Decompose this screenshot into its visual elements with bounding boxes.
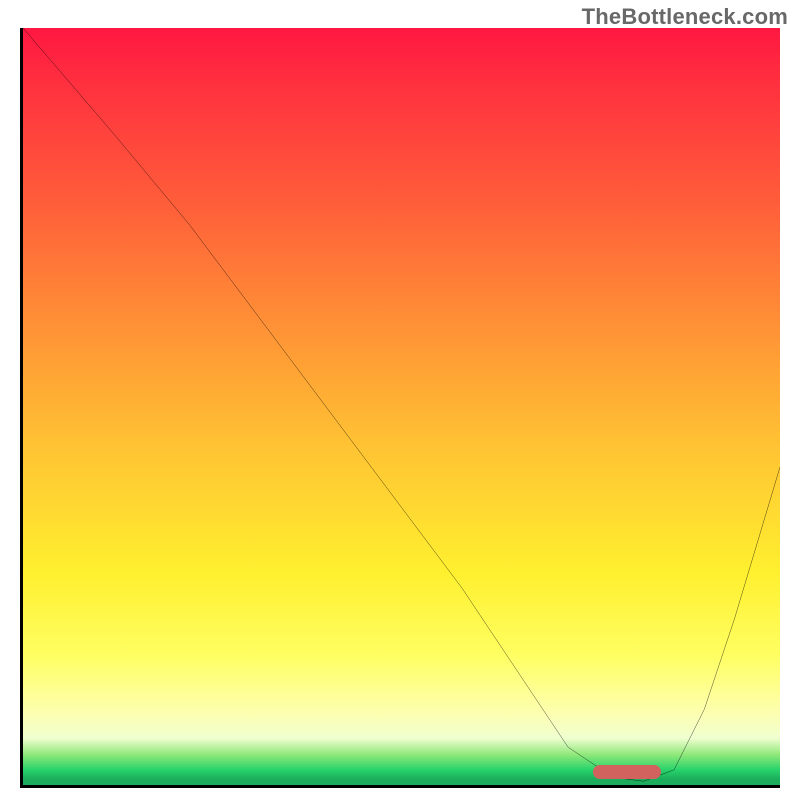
optimal-marker [593,765,661,779]
curve-path [23,28,780,781]
watermark-text: TheBottleneck.com [582,4,788,30]
bottleneck-curve [23,28,780,785]
chart-container: TheBottleneck.com [0,0,800,800]
plot-area [20,28,780,788]
